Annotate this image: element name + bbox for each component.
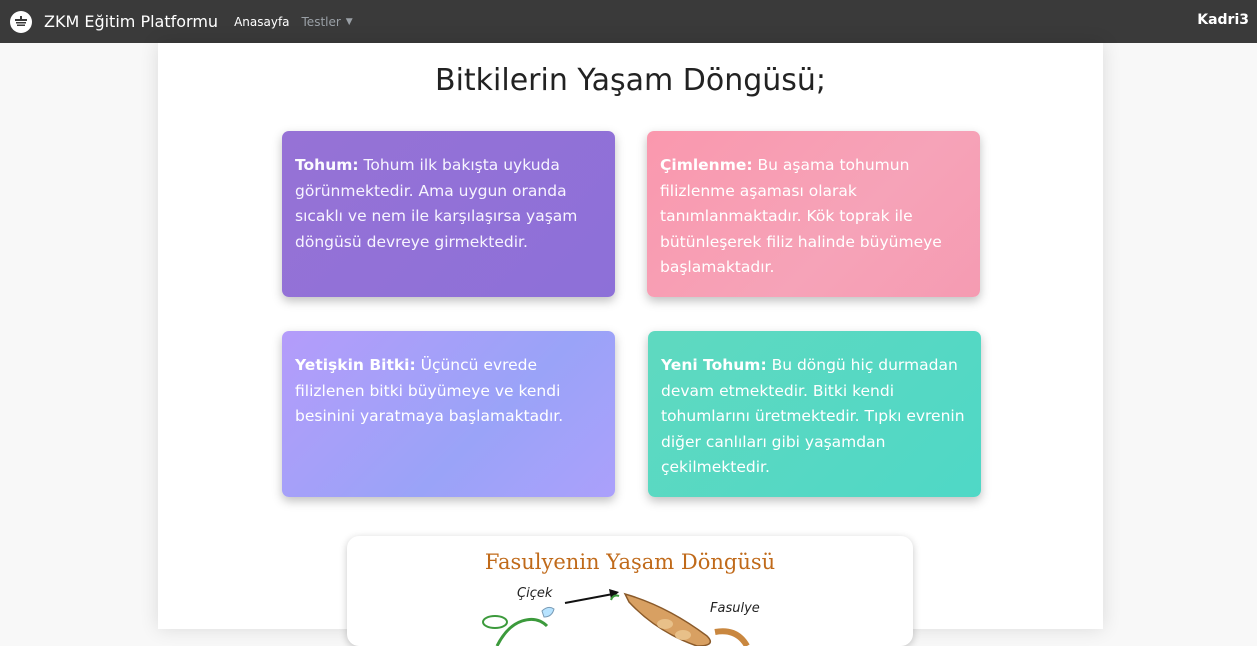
main-content: Bitkilerin Yaşam Döngüsü; Tohum: Tohum i…	[158, 43, 1103, 646]
card-tohum: Tohum: Tohum ilk bakışta uykuda görünmek…	[282, 131, 615, 297]
page-title: Bitkilerin Yaşam Döngüsü;	[434, 63, 827, 98]
card-heading: Tohum:	[295, 156, 359, 174]
chevron-down-icon: ▼	[345, 16, 353, 27]
card-yeni-tohum: Yeni Tohum: Bu döngü hiç durmadan devam …	[648, 331, 981, 497]
card-heading: Yetişkin Bitki:	[295, 356, 416, 374]
top-navbar: ZKM Eğitim Platformu Anasayfa Testler ▼ …	[0, 0, 1257, 43]
card-yetiskin-bitki: Yetişkin Bitki: Üçüncü evrede filizlenen…	[282, 331, 615, 497]
card-text: Bu aşama tohumun filizlenme aşaması olar…	[660, 156, 942, 276]
diagram-illustration	[482, 589, 750, 646]
life-cycle-diagram: Fasulyenin Yaşam Döngüsü Çiçek Fasulye	[347, 536, 913, 646]
card-cimlenme: Çimlenme: Bu aşama tohumun filizlenme aş…	[647, 131, 980, 297]
nav-link-anasayfa[interactable]: Anasayfa	[234, 15, 289, 29]
nav-dropdown-label: Testler	[301, 14, 341, 29]
user-name[interactable]: Kadri3	[1197, 12, 1249, 28]
brand[interactable]: ZKM Eğitim Platformu	[10, 10, 234, 33]
logo-icon	[10, 10, 32, 33]
card-text: Bu döngü hiç durmadan devam etmektedir. …	[661, 356, 965, 476]
nav-dropdown-testler[interactable]: Testler ▼	[302, 15, 353, 29]
card-heading: Yeni Tohum:	[661, 356, 767, 374]
card-heading: Çimlenme:	[660, 156, 753, 174]
brand-title: ZKM Eğitim Platformu	[44, 12, 219, 31]
